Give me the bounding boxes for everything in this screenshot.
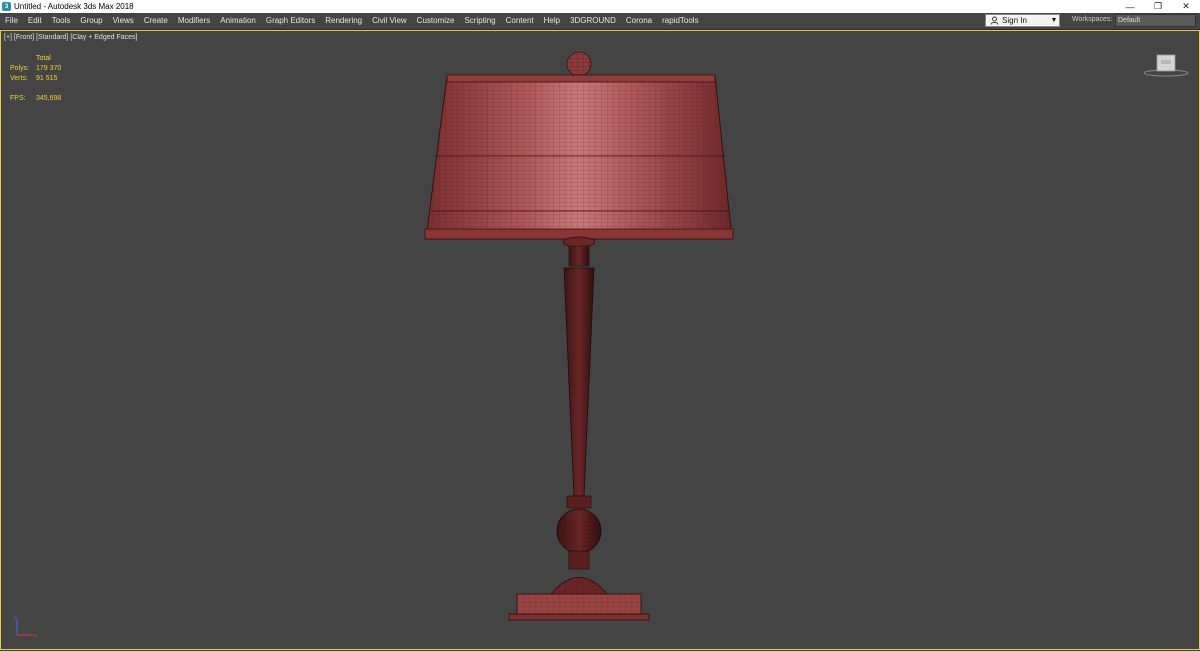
menu-group[interactable]: Group xyxy=(75,13,107,29)
sign-in-dropdown[interactable]: Sign In ▼ xyxy=(985,14,1060,27)
menu-file[interactable]: File xyxy=(0,13,23,29)
window-title: Untitled - Autodesk 3ds Max 2018 xyxy=(14,2,134,11)
menu-modifiers[interactable]: Modifiers xyxy=(173,13,215,29)
main-menu: File Edit Tools Group Views Create Modif… xyxy=(0,13,704,29)
svg-text:z: z xyxy=(14,615,17,621)
menu-corona[interactable]: Corona xyxy=(621,13,657,29)
workspaces-select[interactable]: Default xyxy=(1115,14,1196,27)
polys-label: Polys: xyxy=(10,65,30,72)
menu-rendering[interactable]: Rendering xyxy=(320,13,367,29)
user-icon xyxy=(989,16,999,26)
menu-scripting[interactable]: Scripting xyxy=(459,13,500,29)
menu-graph-editors[interactable]: Graph Editors xyxy=(261,13,320,29)
svg-text:x: x xyxy=(34,633,37,639)
stats-header: Total xyxy=(36,55,51,62)
menu-civil-view[interactable]: Civil View xyxy=(367,13,412,29)
title-bar: 3 Untitled - Autodesk 3ds Max 2018 — ❐ ✕ xyxy=(0,0,1200,13)
close-button[interactable]: ✕ xyxy=(1172,0,1200,13)
viewport-label-menu[interactable]: [+] [Front] [Standard] [Clay + Edged Fac… xyxy=(4,34,137,41)
menu-edit[interactable]: Edit xyxy=(23,13,47,29)
menu-help[interactable]: Help xyxy=(539,13,565,29)
workspaces-label: Workspaces: xyxy=(1072,16,1113,23)
menu-3dground[interactable]: 3DGROUND xyxy=(565,13,621,29)
chevron-down-icon: ▼ xyxy=(1050,17,1058,24)
front-viewport[interactable]: [+] [Front] [Standard] [Clay + Edged Fac… xyxy=(0,30,1200,650)
app-icon: 3 xyxy=(2,2,11,11)
menu-customize[interactable]: Customize xyxy=(412,13,460,29)
fps-value: 345,698 xyxy=(36,95,62,102)
viewport-statistics: Total Polys: 179 370 Verts: 91 515 FPS: 345… xyxy=(10,54,61,104)
menu-content[interactable]: Content xyxy=(501,13,539,29)
menu-bar: File Edit Tools Group Views Create Modif… xyxy=(0,13,1200,30)
menu-animation[interactable]: Animation xyxy=(215,13,261,29)
viewcube[interactable] xyxy=(1142,51,1190,81)
polys-value: 179 370 xyxy=(36,65,62,72)
verts-label: Verts: xyxy=(10,75,28,82)
axis-tripod-icon: z x xyxy=(13,613,43,643)
menu-create[interactable]: Create xyxy=(139,13,173,29)
minimize-button[interactable]: — xyxy=(1116,0,1144,13)
fps-label: FPS: xyxy=(10,95,26,102)
menu-views[interactable]: Views xyxy=(108,13,139,29)
table-lamp-model[interactable] xyxy=(421,46,741,646)
restore-button[interactable]: ❐ xyxy=(1144,0,1172,13)
sign-in-label: Sign In xyxy=(1002,16,1027,25)
menu-tools[interactable]: Tools xyxy=(47,13,76,29)
menu-rapidtools[interactable]: rapidTools xyxy=(657,13,703,29)
verts-value: 91 515 xyxy=(36,75,58,82)
